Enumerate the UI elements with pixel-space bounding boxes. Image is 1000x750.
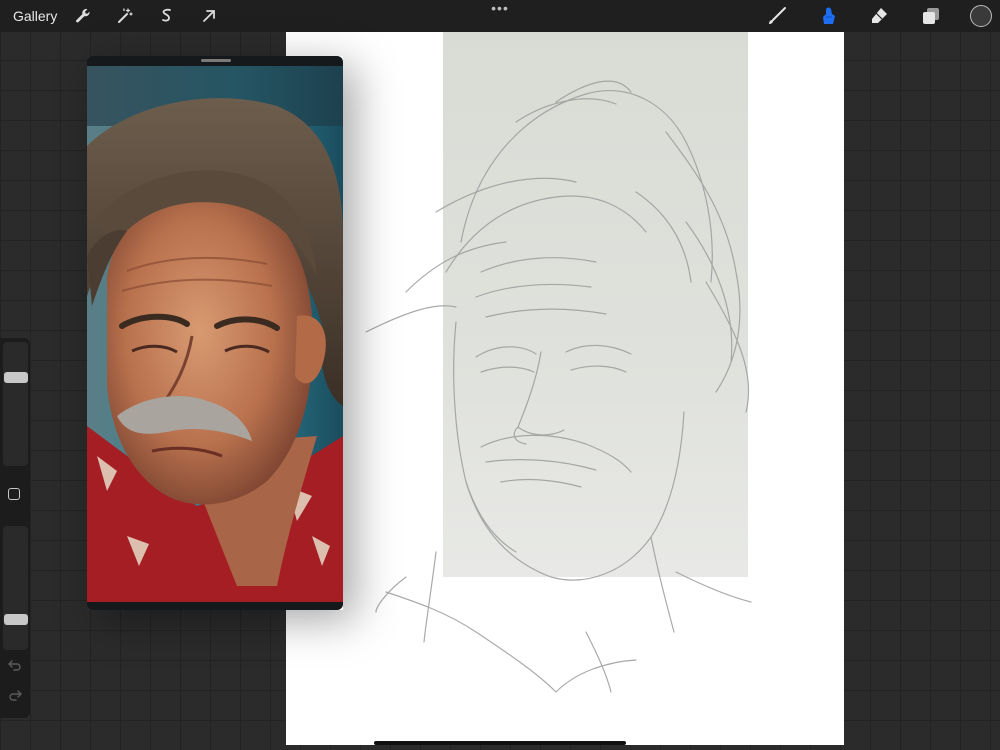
color-swatch-button[interactable]: [970, 5, 992, 27]
top-toolbar: Gallery •••: [0, 0, 1000, 32]
pencil-sketch: [365, 80, 752, 693]
brush-icon[interactable]: [766, 5, 788, 27]
side-toolbar: [0, 338, 30, 718]
gallery-button[interactable]: Gallery: [13, 8, 57, 24]
selection-icon[interactable]: [156, 5, 178, 27]
reference-photo: [87, 66, 343, 602]
smudge-icon[interactable]: [817, 5, 839, 27]
brush-size-handle[interactable]: [4, 372, 28, 383]
redo-icon[interactable]: [6, 688, 24, 706]
opacity-slider[interactable]: [3, 526, 28, 650]
layers-icon[interactable]: [920, 5, 942, 27]
arrow-icon[interactable]: [198, 5, 220, 27]
more-options-button[interactable]: •••: [490, 1, 510, 15]
drawing-canvas[interactable]: [286, 32, 844, 745]
wrench-icon[interactable]: [72, 5, 94, 27]
eraser-icon[interactable]: [868, 5, 890, 27]
undo-icon[interactable]: [6, 658, 24, 676]
reference-grabber-handle[interactable]: [201, 59, 231, 62]
brush-size-slider[interactable]: [3, 342, 28, 466]
modifier-square-icon[interactable]: [8, 488, 20, 500]
magic-wand-icon[interactable]: [114, 5, 136, 27]
opacity-handle[interactable]: [4, 614, 28, 625]
reference-window[interactable]: [87, 56, 343, 610]
home-indicator: [374, 741, 626, 745]
